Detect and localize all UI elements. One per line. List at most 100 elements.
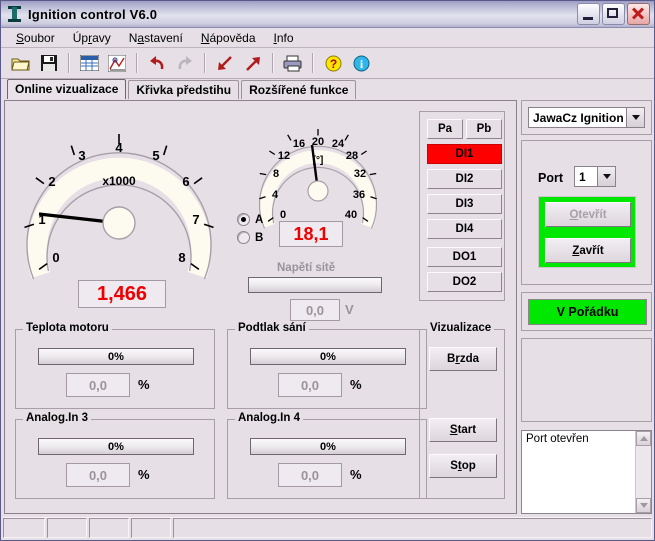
- info-icon[interactable]: i: [347, 50, 375, 76]
- svg-text:4: 4: [115, 140, 123, 155]
- group-analog-in-4: Analog.In 4 0% 0,0 %: [227, 412, 427, 499]
- svg-text:28: 28: [346, 150, 358, 162]
- group-teplota-motoru-title: Teplota motoru: [23, 322, 112, 334]
- svg-text:36: 36: [353, 189, 365, 201]
- chevron-down-icon[interactable]: [626, 108, 644, 127]
- port-label: Port: [538, 171, 563, 185]
- chevron-down-icon[interactable]: [597, 167, 615, 186]
- table-icon[interactable]: [75, 50, 103, 76]
- application-window: Ignition control V6.0 Soubor Úpravy Nast…: [0, 0, 655, 541]
- group-vizualizace: Vizualizace Brzda Start Stop: [419, 322, 505, 499]
- radio-dot-a: [237, 213, 250, 226]
- menu-item-soubor[interactable]: Soubor: [7, 30, 64, 46]
- stop-button-label: Stop: [450, 460, 476, 472]
- minimize-button[interactable]: [577, 3, 600, 25]
- scroll-up-icon[interactable]: [636, 431, 651, 446]
- status-bar: [3, 517, 652, 538]
- curve-radio-b[interactable]: B: [237, 231, 263, 244]
- svg-text:8: 8: [273, 168, 279, 180]
- group-analog-in-3-title: Analog.In 3: [23, 412, 91, 424]
- brzda-button[interactable]: Brzda: [429, 347, 497, 371]
- right-panel: JawaCz Ignition Port 1 Otevřít Zavřít V …: [521, 100, 652, 514]
- mains-voltage-unit: V: [345, 302, 354, 317]
- help-icon[interactable]: ?: [319, 50, 347, 76]
- rpm-gauge: 0 1 2 3 4 5 6 7 8 x1000: [19, 107, 219, 287]
- menu-item-nastaveni[interactable]: Nastavení: [120, 30, 192, 46]
- upload-arrow-icon[interactable]: [239, 50, 267, 76]
- menu-bar: Soubor Úpravy Nastavení Nápověda Info: [1, 28, 654, 48]
- close-button[interactable]: [627, 3, 650, 25]
- teplota-motoru-unit: %: [138, 377, 150, 392]
- svg-text:0: 0: [280, 209, 286, 221]
- otevrit-button[interactable]: Otevřít: [545, 202, 631, 227]
- svg-text:x1000: x1000: [102, 174, 136, 188]
- radio-dot-b: [237, 231, 250, 244]
- status-di4[interactable]: DI4: [427, 219, 502, 239]
- rpm-value-box: 1,466: [78, 280, 166, 308]
- svg-text:0: 0: [52, 250, 59, 265]
- redo-icon: [171, 50, 199, 76]
- status-di3[interactable]: DI3: [427, 194, 502, 214]
- status-panel-2: [47, 518, 87, 538]
- status-do2[interactable]: DO2: [427, 272, 502, 292]
- teplota-motoru-value: 0,0: [66, 373, 130, 397]
- menu-item-info[interactable]: Info: [265, 30, 303, 46]
- scroll-down-icon[interactable]: [636, 498, 651, 513]
- analog-in-4-unit: %: [350, 467, 362, 482]
- start-button[interactable]: Start: [429, 418, 497, 442]
- curve-radio-a[interactable]: A: [237, 213, 263, 226]
- brzda-button-label: Brzda: [447, 353, 479, 365]
- teplota-motoru-bar: 0%: [38, 348, 194, 365]
- status-pb[interactable]: Pb: [466, 119, 502, 139]
- status-badge: V Pořádku: [528, 299, 647, 325]
- curve-radio-a-label: A: [255, 213, 264, 226]
- device-combo-value: JawaCz Ignition: [533, 110, 624, 125]
- group-teplota-motoru: Teplota motoru 0% 0,0 %: [15, 322, 215, 409]
- svg-text:40: 40: [345, 209, 357, 221]
- log-box[interactable]: Port otevřen: [521, 430, 652, 514]
- analog-in-4-bar: 0%: [250, 438, 406, 455]
- podtlak-sani-unit: %: [350, 377, 362, 392]
- status-panel-5: [173, 518, 652, 538]
- svg-text:?: ?: [329, 57, 336, 71]
- save-icon[interactable]: [35, 50, 63, 76]
- mains-voltage-progress: [248, 277, 382, 293]
- mains-voltage-value: 0,0: [290, 299, 340, 321]
- ignition-icon: [6, 5, 24, 23]
- status-di2[interactable]: DI2: [427, 169, 502, 189]
- maximize-button[interactable]: [602, 3, 625, 25]
- otevrit-button-label: Otevřít: [569, 208, 607, 221]
- menu-item-upravy[interactable]: Úpravy: [64, 30, 120, 46]
- curve-radio-b-label: B: [255, 231, 264, 244]
- group-analog-in-4-title: Analog.In 4: [235, 412, 303, 424]
- port-action-highlight: Otevřít Zavřít: [538, 196, 636, 268]
- svg-text:20: 20: [312, 136, 324, 148]
- stop-button[interactable]: Stop: [429, 454, 497, 478]
- svg-text:24: 24: [332, 138, 345, 150]
- menu-item-napoveda[interactable]: Nápověda: [192, 30, 265, 46]
- status-pa[interactable]: Pa: [427, 119, 463, 139]
- zavrit-button[interactable]: Zavřít: [545, 238, 631, 263]
- svg-text:32: 32: [354, 168, 366, 180]
- log-scrollbar[interactable]: [635, 431, 651, 513]
- svg-text:16: 16: [293, 138, 305, 150]
- download-arrow-icon[interactable]: [211, 50, 239, 76]
- port-combo[interactable]: 1: [574, 166, 616, 187]
- mains-voltage-label: Napětí sítě: [277, 262, 336, 274]
- tab-krivka-predstihu[interactable]: Křivka předstihu: [128, 80, 240, 99]
- status-do1[interactable]: DO1: [427, 247, 502, 267]
- status-di1[interactable]: DI1: [427, 144, 502, 164]
- chart-icon[interactable]: [103, 50, 131, 76]
- tab-rozsirene-funkce[interactable]: Rozšířené funkce: [241, 80, 357, 99]
- print-icon[interactable]: [279, 50, 307, 76]
- port-combo-value: 1: [579, 169, 586, 184]
- device-combo[interactable]: JawaCz Ignition: [528, 107, 645, 128]
- group-analog-in-3: Analog.In 3 0% 0,0 %: [15, 412, 215, 499]
- svg-text:5: 5: [152, 148, 159, 163]
- undo-icon[interactable]: [143, 50, 171, 76]
- group-vizualizace-title: Vizualizace: [427, 322, 495, 334]
- analog-in-3-bar: 0%: [38, 438, 194, 455]
- status-panel-4: [131, 518, 171, 538]
- open-icon[interactable]: [7, 50, 35, 76]
- tab-online-vizualizace[interactable]: Online vizualizace: [7, 79, 127, 99]
